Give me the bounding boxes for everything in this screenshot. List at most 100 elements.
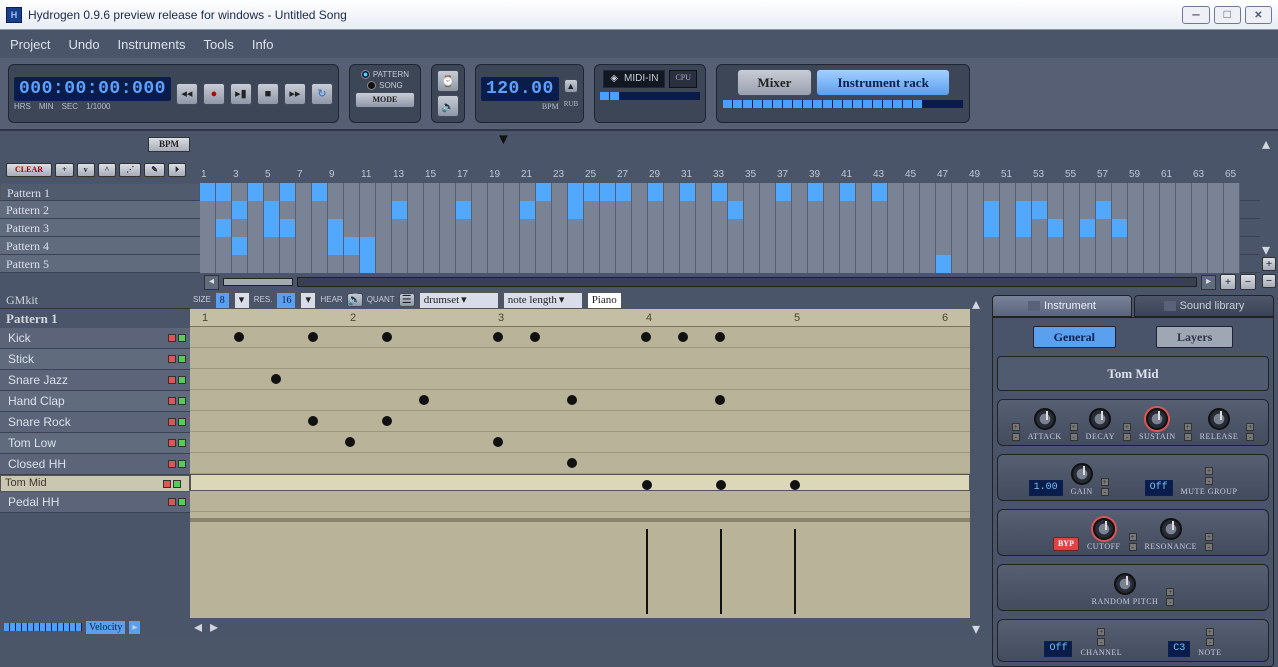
note-row[interactable] <box>190 411 970 432</box>
gain-value[interactable]: 1.00 <box>1029 480 1063 496</box>
instrument-row[interactable]: Pedal HH <box>0 492 190 513</box>
forward-button[interactable]: ▸▸ <box>284 83 306 105</box>
note-row[interactable] <box>190 453 970 474</box>
mixer-button[interactable]: Mixer <box>737 69 813 96</box>
quant-toggle[interactable]: ☰ <box>399 293 415 307</box>
stop-button[interactable]: ■ <box>257 83 279 105</box>
instrument-row[interactable]: Tom Low <box>0 433 190 454</box>
select-mode-button[interactable]: ✎ <box>144 163 165 177</box>
play-button[interactable]: ▸▮ <box>230 83 252 105</box>
pat-vscroll-down[interactable]: ▾ <box>972 619 986 633</box>
timeline-bpm-button[interactable]: BPM <box>148 137 190 152</box>
pattern-list-item[interactable]: Pattern 2 <box>0 201 200 219</box>
menu-instruments[interactable]: Instruments <box>118 37 186 52</box>
tab-sound-library[interactable]: Sound library <box>1134 295 1274 317</box>
resonance-knob[interactable] <box>1160 518 1182 540</box>
song-scroll-right[interactable]: ▸ <box>1201 275 1216 290</box>
note-row[interactable] <box>190 491 970 512</box>
menu-tools[interactable]: Tools <box>203 37 233 52</box>
gain-knob[interactable] <box>1071 463 1093 485</box>
song-scroll-left[interactable]: ◂ <box>204 275 219 290</box>
record-button[interactable]: ● <box>203 83 225 105</box>
instrument-rack-button[interactable]: Instrument rack <box>816 69 949 96</box>
song-row[interactable] <box>200 255 1260 273</box>
subtab-layers[interactable]: Layers <box>1156 326 1233 348</box>
song-row[interactable] <box>200 237 1260 255</box>
song-plus-button[interactable]: + <box>1220 274 1236 290</box>
instrument-row[interactable]: Stick <box>0 349 190 370</box>
clear-button[interactable]: CLEAR <box>6 163 52 177</box>
instrument-row[interactable]: Kick <box>0 328 190 349</box>
sustain-knob[interactable] <box>1146 408 1168 430</box>
pattern-list-item[interactable]: Pattern 4 <box>0 237 200 255</box>
bypass-button[interactable]: BYP <box>1053 537 1079 551</box>
instrument-row[interactable]: Hand Clap <box>0 391 190 412</box>
pat-vscroll-up[interactable]: ▴ <box>972 294 986 308</box>
pattern-list-item[interactable]: Pattern 5 <box>0 255 200 273</box>
velocity-label[interactable]: Velocity <box>86 621 125 634</box>
instrument-row[interactable]: Closed HH <box>0 454 190 475</box>
draw-mode-button[interactable]: ⋰ <box>119 163 141 177</box>
pat-scroll-left[interactable]: ◂ <box>194 617 202 637</box>
add-pattern-button[interactable]: + <box>55 163 74 177</box>
size-select[interactable]: 8 <box>215 292 230 309</box>
mute-group-value[interactable]: Off <box>1145 480 1173 496</box>
notelen-select[interactable]: note length <box>503 292 583 309</box>
note-value[interactable]: C3 <box>1168 641 1190 657</box>
note-row[interactable] <box>190 390 970 411</box>
pattern-list-item[interactable]: Pattern 1 <box>0 183 200 201</box>
song-vminus[interactable]: − <box>1262 274 1276 288</box>
minimize-button[interactable]: — <box>1182 6 1209 24</box>
res-select[interactable]: 16 <box>276 292 296 309</box>
velocity-editor[interactable] <box>190 518 970 618</box>
random-pitch-knob[interactable] <box>1114 573 1136 595</box>
speaker-button[interactable]: 🔊 <box>437 95 459 117</box>
rewind-button[interactable]: ◂◂ <box>176 83 198 105</box>
mode-button[interactable]: MODE <box>355 92 415 108</box>
pattern-mode-radio[interactable] <box>361 70 370 79</box>
maximize-button[interactable]: □ <box>1214 6 1241 24</box>
bpm-display[interactable]: 120.00 <box>481 77 559 101</box>
playhead-button[interactable]: ⏵ <box>168 163 186 177</box>
song-minus-button[interactable]: − <box>1240 274 1256 290</box>
instrument-name-display[interactable]: Tom Mid <box>997 356 1269 391</box>
menu-project[interactable]: Project <box>10 37 50 52</box>
song-hscroll-track[interactable] <box>297 277 1197 287</box>
pattern-list-item[interactable]: Pattern 3 <box>0 219 200 237</box>
note-row[interactable] <box>190 348 970 369</box>
instrument-row[interactable]: Snare Jazz <box>0 370 190 391</box>
metronome-button[interactable]: ⌚ <box>437 70 459 92</box>
move-down-button[interactable]: v <box>77 163 95 177</box>
song-vscroll-up[interactable]: ▴ <box>1262 134 1276 148</box>
hear-toggle[interactable]: 🔊 <box>347 293 363 307</box>
song-mode-radio[interactable] <box>367 81 376 90</box>
close-button[interactable]: ✕ <box>1245 6 1272 24</box>
bpm-up-button[interactable]: ▲ <box>564 79 578 93</box>
song-hscroll-thumb[interactable] <box>223 278 293 286</box>
note-row[interactable] <box>190 474 970 491</box>
attack-knob[interactable] <box>1034 408 1056 430</box>
note-row[interactable] <box>190 327 970 348</box>
loop-button[interactable]: ↻ <box>311 83 333 105</box>
menu-undo[interactable]: Undo <box>68 37 99 52</box>
song-ruler[interactable]: 1357911131517192123252729313335373941434… <box>200 131 1260 183</box>
channel-value[interactable]: Off <box>1044 641 1072 657</box>
pat-scroll-right[interactable]: ▸ <box>210 617 218 637</box>
menu-info[interactable]: Info <box>252 37 274 52</box>
subtab-general[interactable]: General <box>1033 326 1116 348</box>
tab-instrument[interactable]: Instrument <box>992 295 1132 317</box>
note-row[interactable] <box>190 369 970 390</box>
instrument-row[interactable]: Snare Rock <box>0 412 190 433</box>
song-vplus[interactable]: + <box>1262 257 1276 271</box>
drumset-select[interactable]: drumset <box>419 292 499 309</box>
release-knob[interactable] <box>1208 408 1230 430</box>
song-row[interactable] <box>200 183 1260 201</box>
song-row[interactable] <box>200 201 1260 219</box>
note-row[interactable] <box>190 432 970 453</box>
song-row[interactable] <box>200 219 1260 237</box>
song-vscroll-down[interactable]: ▾ <box>1262 240 1276 254</box>
move-up-button[interactable]: ^ <box>98 163 117 177</box>
cutoff-knob[interactable] <box>1093 518 1115 540</box>
instrument-row[interactable]: Tom Mid <box>0 475 190 492</box>
res-dropdown[interactable] <box>300 292 316 309</box>
